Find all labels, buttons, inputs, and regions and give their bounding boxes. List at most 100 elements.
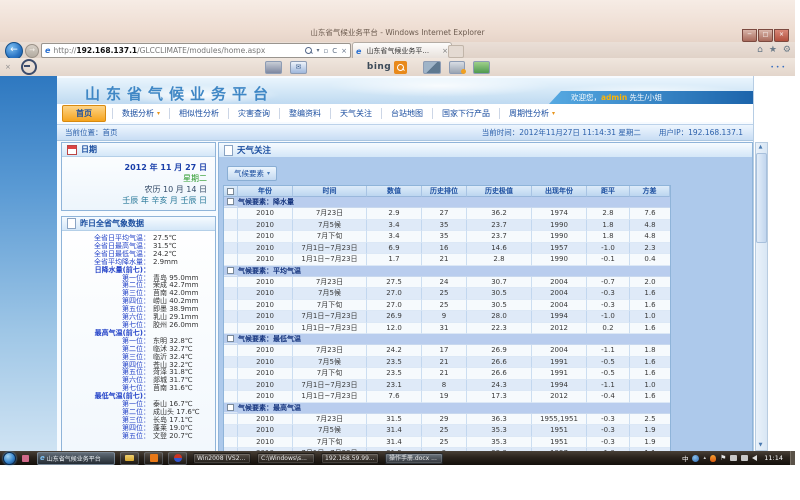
group-checkbox[interactable]: [227, 335, 234, 342]
calendar-lunar-date: 农历 10 月 14 日: [62, 184, 207, 195]
nav-item-3[interactable]: 灾害查询: [228, 108, 279, 119]
network-globe-icon[interactable]: [692, 455, 699, 462]
table-row: 20107月1日~7月23日26.9928.01994-1.01.0: [224, 311, 670, 323]
table-cell: 1.8: [630, 345, 670, 357]
card-icon[interactable]: [265, 61, 282, 74]
row-checkbox-cell: [224, 300, 238, 312]
taskbar-window-button[interactable]: 操作手册.docx ...: [385, 453, 443, 464]
nav-item-8[interactable]: 周期性分析▾: [499, 108, 564, 119]
taskbar-app-orange-icon[interactable]: [144, 452, 163, 465]
page-scrollbar[interactable]: ▲ ▼: [755, 142, 768, 451]
maximize-button[interactable]: □: [758, 29, 773, 42]
table-cell: 2010: [238, 391, 293, 403]
ime-indicator[interactable]: 中: [682, 453, 689, 463]
url-path: /GLCCLIMATE/modules/home.aspx: [137, 46, 265, 55]
taskbar-window-button[interactable]: 192.168.59.99...: [321, 453, 379, 464]
table-cell: 1.6: [630, 357, 670, 369]
row-checkbox-cell: [224, 380, 238, 392]
taskbar-clock[interactable]: 11:14: [764, 454, 783, 462]
start-button[interactable]: [3, 452, 16, 465]
header-cell: 年份: [238, 186, 293, 197]
nav-item-4[interactable]: 整编资料: [279, 108, 330, 119]
home-icon[interactable]: ⌂: [757, 45, 763, 55]
browser-plugin-logo-icon[interactable]: [21, 59, 37, 75]
envelope-icon[interactable]: ✉: [290, 61, 307, 74]
favorites-star-icon[interactable]: ★: [769, 45, 777, 55]
flame-icon[interactable]: [710, 455, 716, 462]
stop-icon[interactable]: ×: [341, 47, 347, 55]
taskbar-window-button[interactable]: Win2008 (VS2...: [193, 453, 251, 464]
table-row: 20107月23日31.52936.31955,1951-0.32.5: [224, 414, 670, 426]
contact-icon[interactable]: [449, 61, 465, 74]
row-checkbox-cell: [224, 391, 238, 403]
nav-item-2[interactable]: 相似性分析: [169, 108, 228, 119]
table-row: 20107月1日~7月23日6.91614.61957-1.02.3: [224, 243, 670, 255]
bing-search-button[interactable]: [394, 61, 407, 74]
table-cell: 36.2: [467, 208, 532, 220]
table-cell: 17: [422, 345, 467, 357]
group-checkbox-cell: [224, 403, 238, 413]
scroll-down-icon[interactable]: ▼: [756, 441, 765, 450]
scroll-up-icon[interactable]: ▲: [756, 143, 765, 152]
scrollbar-thumb[interactable]: [756, 153, 767, 243]
search-dropdown-icon[interactable]: ▾: [316, 47, 319, 54]
nav-item-7[interactable]: 国家下行产品: [432, 108, 499, 119]
close-button[interactable]: ×: [774, 29, 789, 42]
table-cell: 30.7: [467, 277, 532, 289]
network-icon[interactable]: [741, 455, 748, 461]
calendar-box-title: 日期: [81, 144, 97, 155]
climate-element-button[interactable]: 气候要素 ▾: [227, 166, 277, 181]
settings-gear-icon[interactable]: ⚙: [783, 45, 791, 55]
table-cell: 1.6: [630, 391, 670, 403]
group-checkbox[interactable]: [227, 267, 234, 274]
new-tab-button[interactable]: [448, 45, 464, 58]
weather-label: 第五位：: [62, 433, 150, 441]
group-checkbox[interactable]: [227, 404, 234, 411]
pinned-app-icon[interactable]: [22, 455, 29, 462]
compat-view-icon[interactable]: ▫: [323, 47, 328, 55]
search-icon[interactable]: [305, 47, 312, 54]
show-desktop-button[interactable]: [790, 451, 795, 465]
volume-icon[interactable]: [752, 455, 757, 461]
table-cell: 2010: [238, 300, 293, 312]
photos-icon[interactable]: [423, 61, 441, 74]
nav-item-0[interactable]: 首页: [62, 105, 106, 122]
browser-tab[interactable]: e 山东省气候业务平... ×: [352, 42, 452, 59]
action-center-flag-icon[interactable]: ⚑: [720, 454, 726, 462]
window-controls: ─ □ ×: [741, 29, 789, 42]
table-cell: 7月23日: [293, 277, 367, 289]
display-icon[interactable]: [730, 455, 737, 461]
nav-item-1[interactable]: 数据分析▾: [112, 108, 169, 119]
toolbar-overflow-icon[interactable]: •••: [770, 64, 787, 71]
table-row: 20107月5候3.43523.719901.84.8: [224, 220, 670, 232]
group-checkbox[interactable]: [227, 198, 234, 205]
taskbar-media-icon[interactable]: [168, 452, 187, 465]
minimize-button[interactable]: ─: [742, 29, 757, 42]
forward-button[interactable]: →: [25, 44, 39, 58]
address-bar[interactable]: e http://192.168.137.1/GLCCLIMATE/module…: [41, 43, 351, 58]
table-cell: -0.3: [587, 437, 630, 449]
show-hidden-icons-button[interactable]: ▴: [703, 455, 706, 461]
table-cell: 30.5: [467, 300, 532, 312]
header-cell: 历史排位: [422, 186, 467, 197]
taskbar-window-button[interactable]: C:\Windows\s...: [257, 453, 315, 464]
nav-item-6[interactable]: 台站地图: [381, 108, 432, 119]
table-cell: 1991: [532, 368, 587, 380]
row-checkbox-cell: [224, 368, 238, 380]
table-cell: 2012: [532, 391, 587, 403]
select-all-checkbox[interactable]: [227, 188, 234, 195]
table-cell: 7.6: [630, 208, 670, 220]
table-cell: 35: [422, 220, 467, 232]
table-cell: 35: [422, 231, 467, 243]
table-cell: 31: [422, 323, 467, 335]
site-title: 山东省气候业务平台: [85, 83, 274, 104]
taskbar-explorer-icon[interactable]: [120, 452, 139, 465]
sharing-icon[interactable]: [473, 61, 490, 74]
taskbar-ie-window[interactable]: e 山东省气候业务平台: [37, 452, 115, 465]
refresh-icon[interactable]: C: [332, 47, 337, 55]
table-cell: 1.6: [630, 323, 670, 335]
toolbar-close-icon[interactable]: ×: [5, 63, 11, 71]
table-cell: 29: [422, 414, 467, 426]
table-cell: 2004: [532, 288, 587, 300]
nav-item-5[interactable]: 天气关注: [330, 108, 381, 119]
